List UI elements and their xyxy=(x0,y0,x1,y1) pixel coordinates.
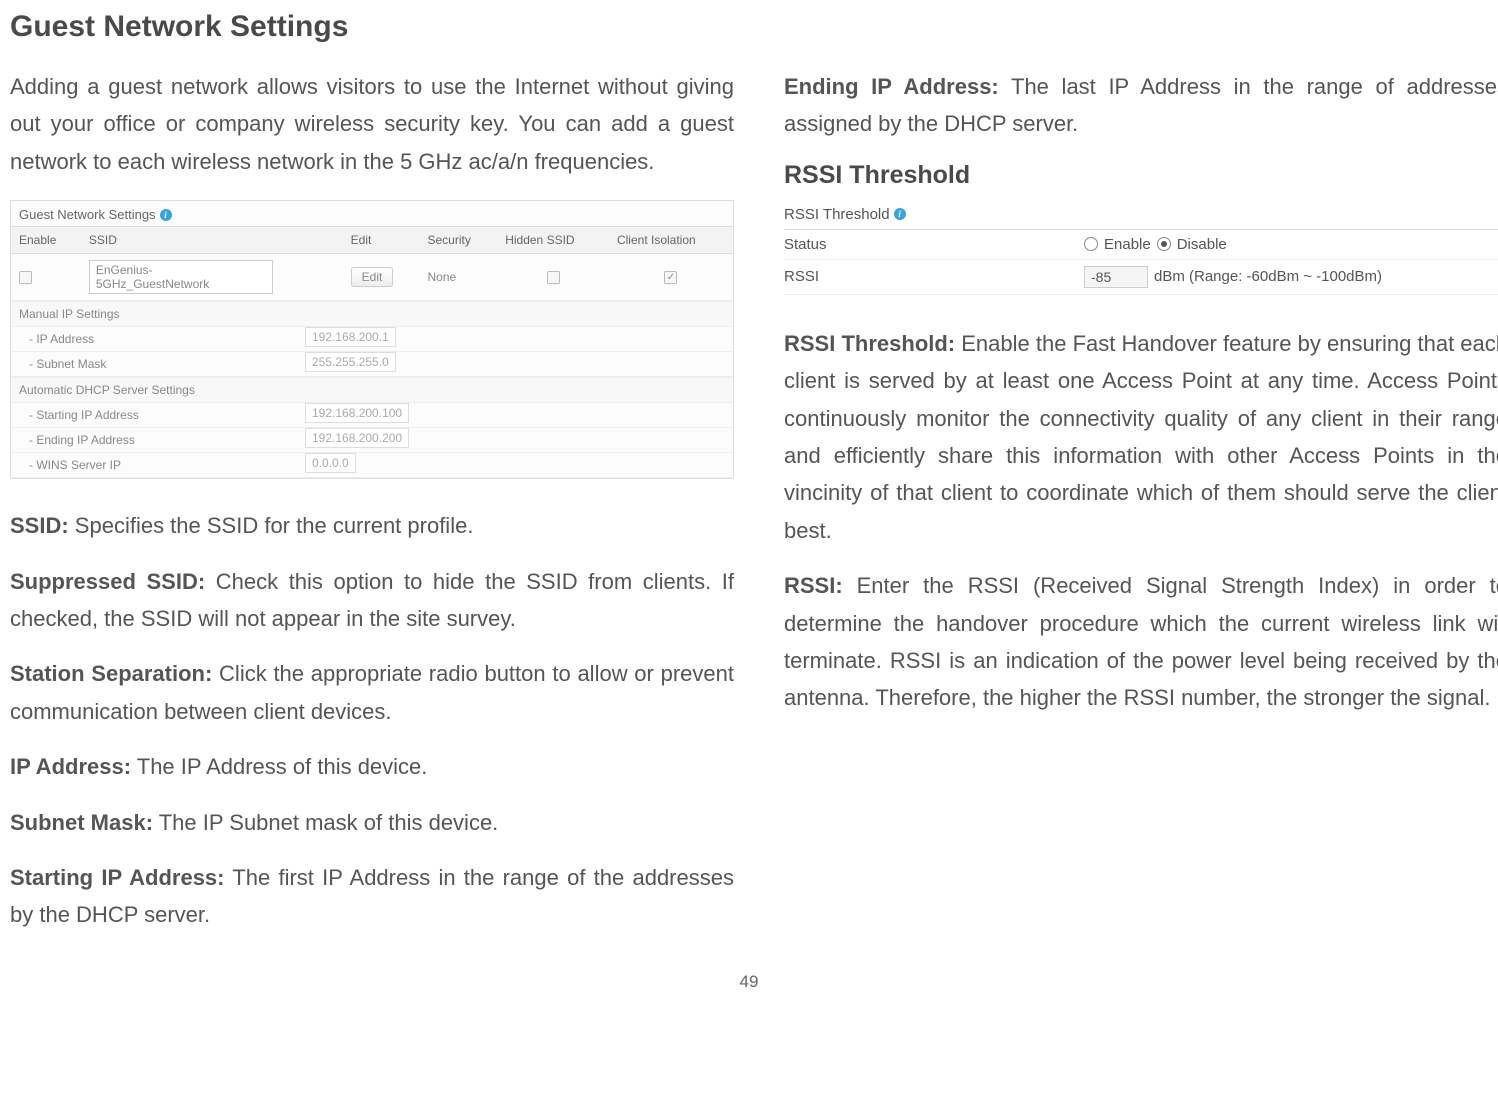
suppressed-ssid-definition: Suppressed SSID: Check this option to hi… xyxy=(10,563,734,638)
start-ip-def-label: Starting IP Address: xyxy=(10,865,225,890)
header-hidden: Hidden SSID xyxy=(497,227,609,254)
ip-address-row: - IP Address 192.168.200.1 xyxy=(11,327,733,352)
rssi-th-def-text: Enable the Fast Handover feature by ensu… xyxy=(784,331,1498,543)
end-ip-def-label: Ending IP Address: xyxy=(784,74,999,99)
status-label: Status xyxy=(784,236,1084,253)
ssid-def-text: Specifies the SSID for the current profi… xyxy=(69,513,474,538)
header-isolation: Client Isolation xyxy=(609,227,733,254)
ssid-definition: SSID: Specifies the SSID for the current… xyxy=(10,507,734,544)
ip-def-label: IP Address: xyxy=(10,754,131,779)
header-ssid: SSID xyxy=(81,227,343,254)
rssi-panel-title-text: RSSI Threshold xyxy=(784,206,890,223)
ssid-def-label: SSID: xyxy=(10,513,69,538)
disable-label: Disable xyxy=(1177,236,1227,253)
rssi-panel-title: RSSI Threshold i xyxy=(784,202,1498,230)
rssi-value-row: RSSI -85 dBm (Range: -60dBm ~ -100dBm) xyxy=(784,260,1498,295)
station-separation-definition: Station Separation: Click the appropriat… xyxy=(10,655,734,730)
manual-ip-settings-label: Manual IP Settings xyxy=(11,301,733,327)
separation-def-label: Station Separation: xyxy=(10,661,212,686)
guest-network-table: Enable SSID Edit Security Hidden SSID Cl… xyxy=(11,226,733,301)
rssi-hint: dBm (Range: -60dBm ~ -100dBm) xyxy=(1154,268,1382,285)
suppressed-def-label: Suppressed SSID: xyxy=(10,569,205,594)
ip-def-text: The IP Address of this device. xyxy=(131,754,427,779)
rssi-th-def-label: RSSI Threshold: xyxy=(784,331,955,356)
ssid-input[interactable]: EnGenius-5GHz_GuestNetwork xyxy=(89,260,273,294)
rssi-threshold-panel: RSSI Threshold i Status Enable Disable R… xyxy=(784,202,1498,295)
page-number: 49 xyxy=(0,972,1498,992)
client-isolation-checkbox[interactable] xyxy=(664,271,677,284)
table-row: EnGenius-5GHz_GuestNetwork Edit None xyxy=(11,254,733,301)
ending-ip-row: - Ending IP Address 192.168.200.200 xyxy=(11,428,733,453)
subnet-mask-label: - Subnet Mask xyxy=(11,352,297,376)
enable-radio[interactable] xyxy=(1084,237,1098,251)
subnet-def-label: Subnet Mask: xyxy=(10,810,153,835)
intro-paragraph: Adding a guest network allows visitors t… xyxy=(10,68,734,180)
ending-ip-definition: Ending IP Address: The last IP Address i… xyxy=(784,68,1498,143)
wins-server-label: - WINS Server IP xyxy=(11,453,297,477)
left-column: Guest Network Settings Adding a guest ne… xyxy=(10,10,734,952)
rssi-def-label: RSSI: xyxy=(784,573,843,598)
subnet-mask-input[interactable]: 255.255.255.0 xyxy=(305,352,396,372)
starting-ip-definition: Starting IP Address: The first IP Addres… xyxy=(10,859,734,934)
ending-ip-label: - Ending IP Address xyxy=(11,428,297,452)
subnet-mask-row: - Subnet Mask 255.255.255.0 xyxy=(11,352,733,377)
rssi-threshold-heading: RSSI Threshold xyxy=(784,161,1498,190)
right-column: Ending IP Address: The last IP Address i… xyxy=(784,10,1498,952)
info-icon[interactable]: i xyxy=(894,208,906,220)
header-security: Security xyxy=(420,227,498,254)
enable-label: Enable xyxy=(1104,236,1151,253)
ending-ip-input[interactable]: 192.168.200.200 xyxy=(305,428,409,448)
page-container: Guest Network Settings Adding a guest ne… xyxy=(0,10,1498,952)
rssi-input[interactable]: -85 xyxy=(1084,266,1148,288)
header-edit: Edit xyxy=(343,227,420,254)
dhcp-settings-label: Automatic DHCP Server Settings xyxy=(11,377,733,403)
status-value: Enable Disable xyxy=(1084,236,1498,253)
rssi-definition: RSSI: Enter the RSSI (Received Signal St… xyxy=(784,567,1498,717)
edit-button[interactable]: Edit xyxy=(351,267,394,287)
panel-title-text: Guest Network Settings xyxy=(19,207,156,222)
info-icon[interactable]: i xyxy=(160,209,172,221)
starting-ip-input[interactable]: 192.168.200.100 xyxy=(305,403,409,423)
rssi-field-value: -85 dBm (Range: -60dBm ~ -100dBm) xyxy=(1084,266,1498,288)
guest-network-settings-heading: Guest Network Settings xyxy=(10,10,734,44)
ip-address-label: - IP Address xyxy=(11,327,297,351)
header-enable: Enable xyxy=(11,227,81,254)
rssi-def-text: Enter the RSSI (Received Signal Strength… xyxy=(784,573,1498,710)
table-header-row: Enable SSID Edit Security Hidden SSID Cl… xyxy=(11,227,733,254)
ip-address-definition: IP Address: The IP Address of this devic… xyxy=(10,748,734,785)
rssi-field-label: RSSI xyxy=(784,268,1084,285)
panel-title: Guest Network Settings i xyxy=(11,201,733,226)
subnet-mask-definition: Subnet Mask: The IP Subnet mask of this … xyxy=(10,804,734,841)
disable-radio[interactable] xyxy=(1157,237,1171,251)
hidden-ssid-checkbox[interactable] xyxy=(547,271,560,284)
starting-ip-label: - Starting IP Address xyxy=(11,403,297,427)
wins-server-input[interactable]: 0.0.0.0 xyxy=(305,453,356,473)
enable-checkbox[interactable] xyxy=(19,271,32,284)
subnet-def-text: The IP Subnet mask of this device. xyxy=(153,810,498,835)
starting-ip-row: - Starting IP Address 192.168.200.100 xyxy=(11,403,733,428)
ip-address-input[interactable]: 192.168.200.1 xyxy=(305,327,396,347)
guest-network-settings-panel: Guest Network Settings i Enable SSID Edi… xyxy=(10,200,734,479)
rssi-threshold-definition: RSSI Threshold: Enable the Fast Handover… xyxy=(784,325,1498,549)
rssi-status-row: Status Enable Disable xyxy=(784,230,1498,260)
wins-server-row: - WINS Server IP 0.0.0.0 xyxy=(11,453,733,478)
security-value: None xyxy=(420,254,498,301)
